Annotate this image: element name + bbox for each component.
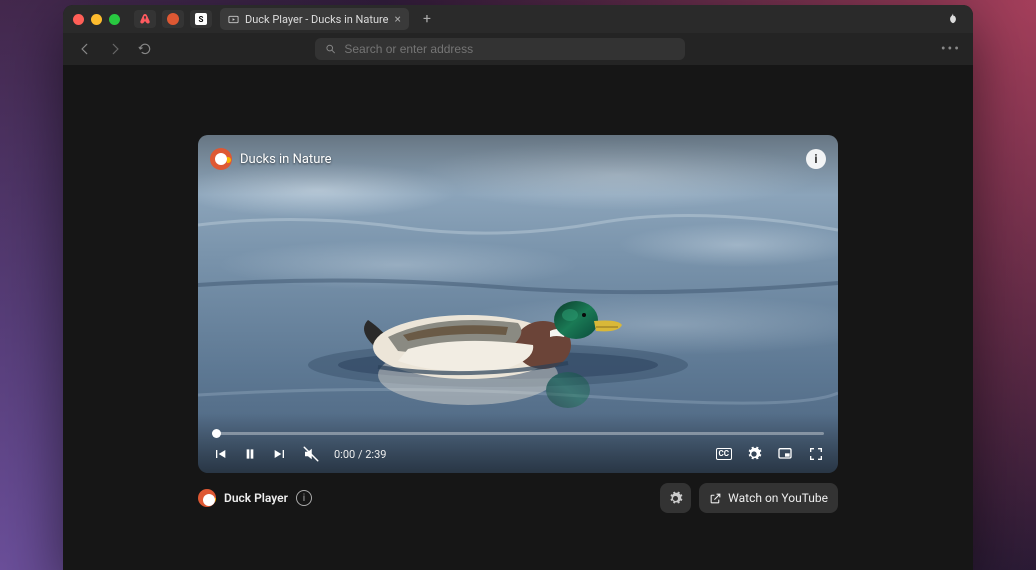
maximize-window-button[interactable] [109,14,120,25]
arrow-right-icon [108,42,122,56]
close-window-button[interactable] [73,14,84,25]
fullscreen-button[interactable] [808,446,824,462]
watch-on-youtube-label: Watch on YouTube [728,491,828,505]
page-content: Ducks in Nature i [63,65,973,570]
video-header: Ducks in Nature i [198,135,838,183]
airbnb-icon [139,13,151,25]
site-icon: S [195,13,207,25]
video-player[interactable]: Ducks in Nature i [198,135,838,473]
minimize-window-button[interactable] [91,14,102,25]
search-icon [325,43,336,55]
controls-row: 0:00 / 2:39 CC [212,445,824,463]
external-link-icon [709,492,722,505]
duckduckgo-logo-icon [198,489,216,507]
previous-button[interactable] [212,446,228,462]
video-frame-image [198,135,838,473]
arrow-left-icon [78,42,92,56]
player-info-button[interactable]: i [296,490,312,506]
player-footer: Duck Player i Watch on YouTube [198,483,838,513]
reload-icon [138,42,152,56]
toolbar: ••• [63,33,973,65]
player-settings-button[interactable] [660,483,691,513]
skip-next-icon [272,446,288,462]
video-info-button[interactable]: i [806,149,826,169]
progress-knob[interactable] [212,429,221,438]
pause-button[interactable] [242,446,258,462]
player-container: Ducks in Nature i [198,135,838,513]
next-button[interactable] [272,446,288,462]
desktop-background: S Duck Player - Ducks in Nature × + [0,0,1036,570]
time-separator: / [358,448,363,461]
flame-icon [946,12,960,26]
mute-button[interactable] [302,445,320,463]
overflow-menu-button[interactable]: ••• [941,41,961,57]
gear-icon [746,446,762,462]
duckduckgo-icon [167,13,179,25]
fire-button[interactable] [943,9,963,29]
browser-window: S Duck Player - Ducks in Nature × + [63,5,973,570]
tab-title: Duck Player - Ducks in Nature [245,13,389,26]
watch-on-youtube-button[interactable]: Watch on YouTube [699,483,838,513]
window-controls [73,14,120,25]
player-name: Duck Player [224,491,288,505]
video-controls: 0:00 / 2:39 CC [198,424,838,473]
pinned-tab-3[interactable]: S [190,10,212,28]
video-icon [228,14,239,25]
pinned-tab-airbnb[interactable] [134,10,156,28]
time-current: 0:00 [334,448,355,461]
reload-button[interactable] [135,39,155,59]
pinned-tab-2[interactable] [162,10,184,28]
time-display: 0:00 / 2:39 [334,448,386,461]
pause-icon [242,446,258,462]
gear-icon [668,491,683,506]
address-bar[interactable] [315,38,685,60]
new-tab-button[interactable]: + [417,9,437,29]
settings-button[interactable] [746,446,762,462]
miniplayer-button[interactable] [776,446,794,462]
pinned-tabs: S [134,10,212,28]
search-input[interactable] [344,42,675,56]
fullscreen-icon [808,446,824,462]
video-title: Ducks in Nature [240,152,332,167]
skip-previous-icon [212,446,228,462]
back-button[interactable] [75,39,95,59]
cast-icon [776,446,794,462]
duckduckgo-logo-icon [210,148,232,170]
forward-button[interactable] [105,39,125,59]
cc-icon: CC [716,448,732,460]
volume-muted-icon [302,445,320,463]
progress-bar[interactable] [212,432,824,435]
time-total: 2:39 [365,448,386,461]
tab-bar: S Duck Player - Ducks in Nature × + [63,5,973,33]
tab-active[interactable]: Duck Player - Ducks in Nature × [220,8,409,30]
close-tab-button[interactable]: × [395,12,401,26]
captions-button[interactable]: CC [716,448,732,460]
